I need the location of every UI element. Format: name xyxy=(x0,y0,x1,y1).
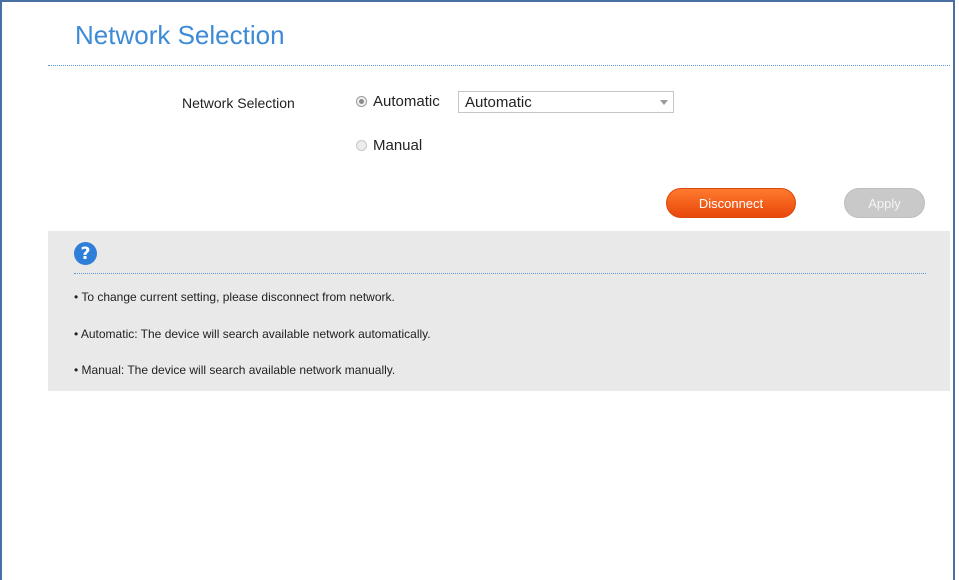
question-icon: ? xyxy=(74,242,97,265)
content-frame: Network Selection Network Selection Auto… xyxy=(0,0,955,580)
title-divider xyxy=(48,65,950,66)
radio-automatic-indicator[interactable] xyxy=(356,96,367,107)
network-selection-label: Network Selection xyxy=(182,95,295,111)
help-panel: ? • To change current setting, please di… xyxy=(48,231,950,391)
help-line: • To change current setting, please disc… xyxy=(74,290,395,304)
chevron-down-icon xyxy=(660,100,668,105)
apply-button[interactable]: Apply xyxy=(844,188,925,218)
help-line: • Manual: The device will search availab… xyxy=(74,363,396,377)
help-line: • Automatic: The device will search avai… xyxy=(74,327,431,341)
page-title: Network Selection xyxy=(75,20,285,50)
disconnect-button[interactable]: Disconnect xyxy=(666,188,796,218)
help-divider xyxy=(74,273,926,274)
network-mode-select[interactable]: Automatic xyxy=(458,91,674,113)
network-mode-select-value: Automatic xyxy=(465,93,532,111)
radio-manual-label[interactable]: Manual xyxy=(373,137,422,154)
radio-manual[interactable]: Manual xyxy=(356,137,422,154)
radio-manual-indicator[interactable] xyxy=(356,140,367,151)
radio-automatic[interactable]: Automatic xyxy=(356,93,440,110)
radio-automatic-label[interactable]: Automatic xyxy=(373,93,440,110)
